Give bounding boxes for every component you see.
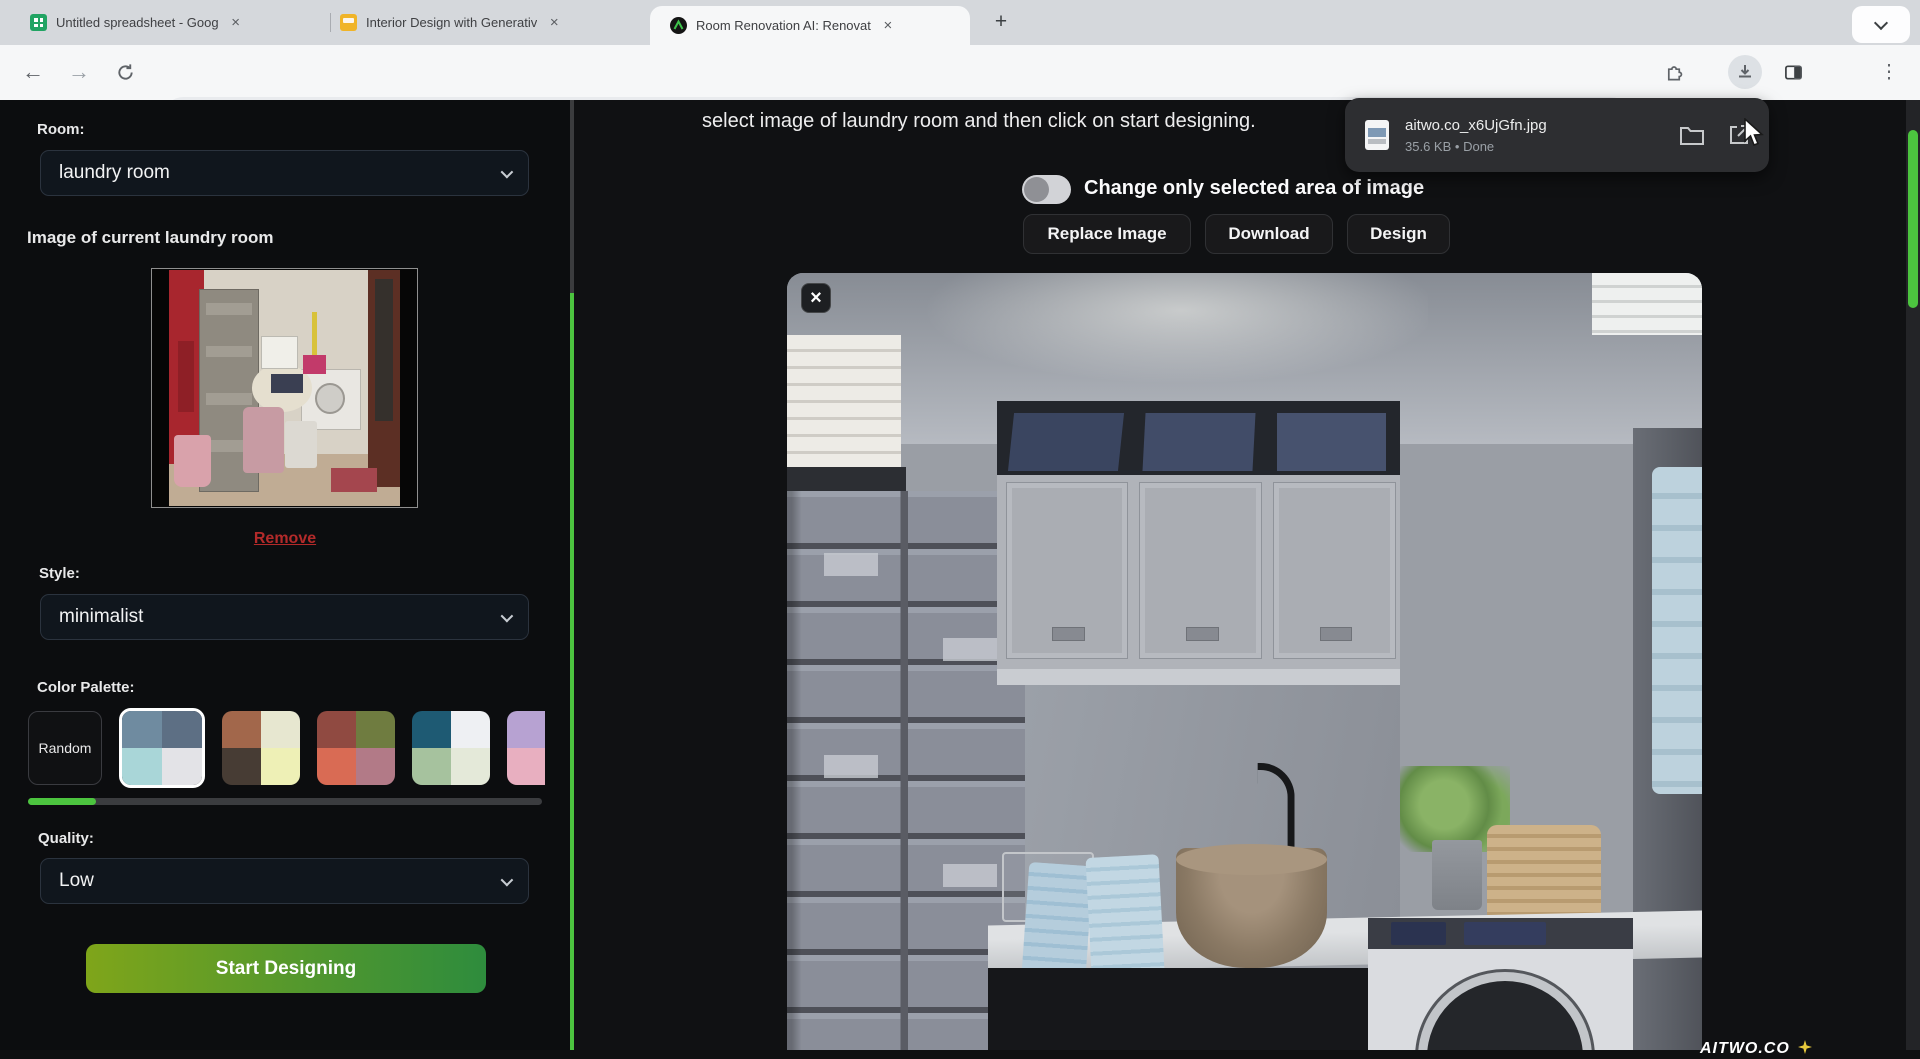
swatch-color [222,748,261,785]
chevron-down-icon [501,165,514,178]
page-content: Room: laundry room Image of current laun… [0,100,1920,1050]
tab-fade [256,8,284,38]
browser-toolbar: ← → aitwo.co/ai-interior-design ☆ ⋮ [0,45,1920,100]
toggle-knob [1024,177,1049,202]
room-select[interactable]: laundry room [40,150,529,196]
watermark-text: AITWO.CO [1700,1040,1790,1058]
swatch-color [412,711,451,748]
extensions-icon[interactable] [1657,55,1691,89]
forward-button[interactable]: → [62,55,96,89]
palette-swatch[interactable] [119,708,205,788]
downloads-button[interactable] [1728,55,1762,89]
palette-label: Color Palette: [37,679,135,696]
mouse-cursor [1742,118,1766,153]
chevron-down-icon [501,873,514,886]
quality-value: Low [59,870,94,892]
tab-close-icon[interactable]: × [879,17,897,35]
design-button[interactable]: Design [1347,214,1450,254]
download-button[interactable]: Download [1205,214,1333,254]
style-select[interactable]: minimalist [40,594,529,640]
download-info: aitwo.co_x6UjGfn.jpg 35.6 KB • Done [1405,117,1547,154]
room-label: Room: [37,121,85,138]
toggle-label: Change only selected area of image [1084,177,1424,200]
side-panel-icon[interactable] [1776,55,1810,89]
swatch-color [122,711,162,748]
tab-strip: Untitled spreadsheet - Goog × Interior D… [0,0,1920,45]
sidebar-scrollbar[interactable] [570,100,574,1050]
tab-search-button[interactable] [1852,6,1910,43]
palette-swatch[interactable] [222,711,300,785]
swatch-color [261,711,300,748]
chevron-down-icon [501,609,514,622]
swatch-color [162,711,202,748]
download-status: 35.6 KB • Done [1405,139,1547,154]
swatch-color [261,748,300,785]
replace-image-button[interactable]: Replace Image [1023,214,1191,254]
reload-button[interactable] [108,55,142,89]
chevron-down-icon [1874,15,1888,29]
style-value: minimalist [59,606,143,628]
swatch-color [451,711,490,748]
file-thumbnail-icon [1365,120,1389,150]
show-in-folder-button[interactable] [1679,124,1705,146]
new-tab-button[interactable]: + [988,10,1014,36]
swatch-color [317,711,356,748]
palette-swatch[interactable] [317,711,395,785]
tab-room-renovation-active[interactable]: Room Renovation AI: Renovat × [650,6,970,45]
swatch-color [122,748,162,785]
design-options-sidebar: Room: laundry room Image of current laun… [0,100,570,1050]
tab-title: Interior Design with Generativ [366,15,537,30]
tab-title: Room Renovation AI: Renovat [696,18,871,33]
yellow-doc-icon [340,14,357,31]
room-value: laundry room [59,162,170,184]
palette-scrollbar-thumb[interactable] [28,798,96,805]
palette-scrollbar[interactable] [28,798,542,805]
laundry-room-photo [169,270,400,506]
download-notification-popup[interactable]: aitwo.co_x6UjGfn.jpg 35.6 KB • Done [1345,98,1769,172]
browser-menu-icon[interactable]: ⋮ [1872,55,1906,89]
back-button[interactable]: ← [16,55,50,89]
palette-swatch[interactable] [412,711,490,785]
current-image-label: Image of current laundry room [27,228,274,248]
room-photo-thumbnail [151,268,418,508]
style-label: Style: [39,565,80,582]
tab-close-icon[interactable]: × [545,14,563,32]
tab-interior-design[interactable]: Interior Design with Generativ × [340,0,640,45]
download-filename: aitwo.co_x6UjGfn.jpg [1405,117,1547,134]
tab-spreadsheet[interactable]: Untitled spreadsheet - Goog × [20,0,320,45]
tab-fade [902,14,930,44]
selected-area-toggle[interactable] [1022,175,1071,204]
palette-swatch[interactable] [507,711,545,785]
quality-select[interactable]: Low [40,858,529,904]
sheets-icon [30,14,47,31]
swatch-color [162,748,202,785]
tab-fade [576,8,604,38]
tab-title: Untitled spreadsheet - Goog [56,15,219,30]
page-scrollbar-thumb[interactable] [1908,130,1918,308]
swatch-color [507,748,545,785]
aitwo-logo-icon [670,17,687,34]
remove-image-link[interactable]: Remove [0,530,570,548]
instruction-text: select image of laundry room and then cl… [702,110,1256,133]
swatch-color [507,711,545,748]
start-designing-button[interactable]: Start Designing [86,944,486,993]
tab-close-icon[interactable]: × [227,14,245,32]
quality-label: Quality: [38,830,94,847]
swatch-color [317,748,356,785]
tab-separator [330,13,331,32]
swatch-color [412,748,451,785]
swatch-color [356,748,395,785]
palette-list: Random [28,706,545,790]
generated-design-image [787,273,1702,1050]
sidebar-scrollbar-thumb[interactable] [570,293,574,1050]
swatch-color [356,711,395,748]
swatch-color [222,711,261,748]
random-palette-button[interactable]: Random [28,711,102,785]
swatch-color [451,748,490,785]
close-preview-button[interactable]: × [801,283,831,313]
page-scrollbar[interactable] [1906,100,1920,1050]
